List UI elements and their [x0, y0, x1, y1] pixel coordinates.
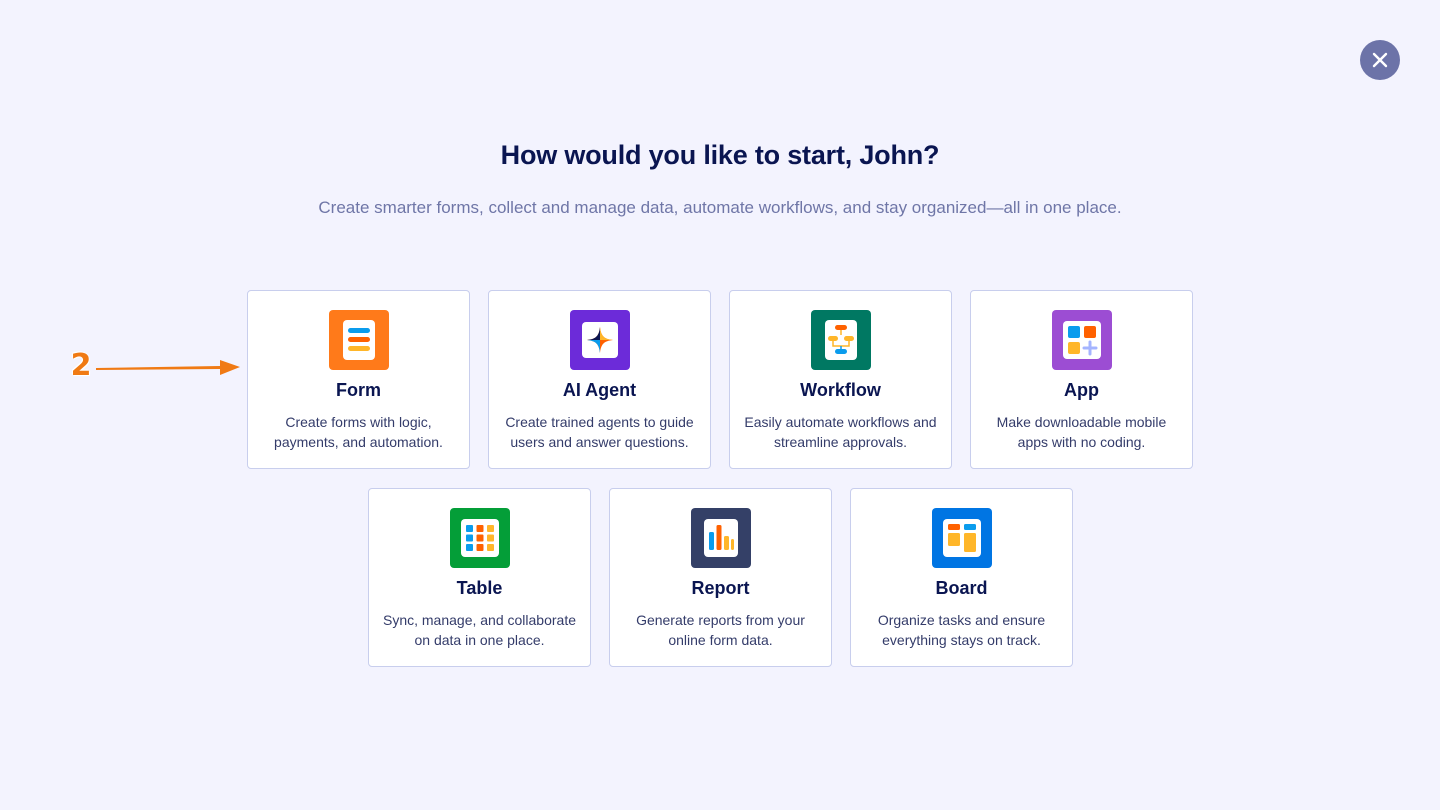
- option-title: Report: [691, 578, 750, 598]
- close-icon: [1372, 52, 1388, 68]
- option-card-app[interactable]: App Make downloadable mobile apps with n…: [970, 290, 1193, 469]
- option-card-workflow[interactable]: Workflow Easily automate workflows and s…: [729, 290, 952, 469]
- option-card-board[interactable]: Board Organize tasks and ensure everythi…: [850, 488, 1073, 667]
- option-description: Create forms with logic, payments, and a…: [274, 414, 443, 450]
- workflow-icon: [811, 310, 871, 370]
- option-description: Easily automate workflows and streamline…: [744, 414, 937, 450]
- ai-agent-icon: [570, 310, 630, 370]
- app-icon: [1052, 310, 1112, 370]
- option-title: Table: [456, 578, 503, 598]
- arrow-icon: [96, 360, 240, 375]
- option-description: Create trained agents to guide users and…: [505, 414, 694, 450]
- page-subtitle: Create smarter forms, collect and manage…: [318, 198, 1122, 217]
- step-number: 2: [70, 348, 92, 383]
- option-description: Make downloadable mobile apps with no co…: [996, 414, 1167, 450]
- step-annotation: 2: [66, 346, 246, 386]
- option-description: Generate reports from your online form d…: [636, 612, 805, 648]
- table-icon: [450, 508, 510, 568]
- form-icon: [329, 310, 389, 370]
- option-description: Organize tasks and ensure everything sta…: [877, 612, 1046, 648]
- option-title: App: [1064, 380, 1099, 400]
- option-card-form[interactable]: Form Create forms with logic, payments, …: [247, 290, 470, 469]
- option-card-report[interactable]: Report Generate reports from your online…: [609, 488, 832, 667]
- close-button[interactable]: [1360, 40, 1400, 80]
- option-title: AI Agent: [562, 380, 637, 400]
- option-title: Form: [336, 380, 381, 400]
- option-card-ai-agent[interactable]: AI Agent Create trained agents to guide …: [488, 290, 711, 469]
- option-card-table[interactable]: Table Sync, manage, and collaborate on d…: [368, 488, 591, 667]
- option-title: Workflow: [800, 380, 881, 400]
- option-title: Board: [935, 578, 988, 598]
- option-description: Sync, manage, and collaborate on data in…: [382, 612, 576, 648]
- board-icon: [932, 508, 992, 568]
- page-title: How would you like to start, John?: [500, 140, 940, 170]
- report-icon: [691, 508, 751, 568]
